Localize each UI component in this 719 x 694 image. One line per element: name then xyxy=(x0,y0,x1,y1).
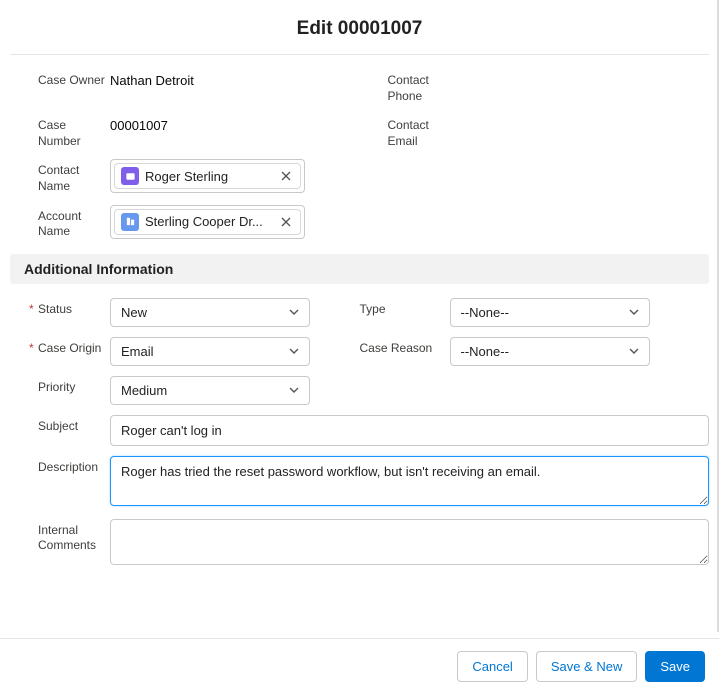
contact-name-lookup[interactable]: Roger Sterling xyxy=(110,159,305,193)
priority-select[interactable]: Medium xyxy=(110,376,310,405)
edit-case-modal: Edit 00001007 Case Owner Nathan Detroit … xyxy=(0,0,719,694)
chevron-down-icon xyxy=(629,346,639,356)
account-name-remove-icon[interactable] xyxy=(278,214,294,230)
modal-header: Edit 00001007 xyxy=(10,0,709,55)
save-and-new-button[interactable]: Save & New xyxy=(536,651,638,682)
type-label: Type xyxy=(360,298,450,318)
case-owner-label: Case Owner xyxy=(10,69,110,89)
chevron-down-icon xyxy=(629,307,639,317)
account-name-text: Sterling Cooper Dr... xyxy=(145,214,274,229)
account-name-pill: Sterling Cooper Dr... xyxy=(114,209,301,235)
cancel-button[interactable]: Cancel xyxy=(457,651,527,682)
contact-name-pill: Roger Sterling xyxy=(114,163,301,189)
type-select[interactable]: --None-- xyxy=(450,298,650,327)
chevron-down-icon xyxy=(289,346,299,356)
additional-info-section: Additional Information xyxy=(10,254,709,284)
contact-name-label: Contact Name xyxy=(10,159,110,194)
case-number-value: 00001007 xyxy=(110,114,168,133)
case-origin-value: Email xyxy=(121,344,154,359)
contact-name-text: Roger Sterling xyxy=(145,169,274,184)
account-name-lookup[interactable]: Sterling Cooper Dr... xyxy=(110,205,305,239)
contact-icon xyxy=(121,167,139,185)
chevron-down-icon xyxy=(289,385,299,395)
status-label: Status xyxy=(10,298,110,318)
internal-comments-textarea[interactable] xyxy=(110,519,709,565)
internal-comments-label: Internal Comments xyxy=(10,519,110,568)
priority-label: Priority xyxy=(10,376,110,396)
modal-title: Edit 00001007 xyxy=(10,18,709,40)
priority-value: Medium xyxy=(121,383,167,398)
case-number-label: Case Number xyxy=(10,114,110,149)
case-origin-select[interactable]: Email xyxy=(110,337,310,366)
case-reason-label: Case Reason xyxy=(360,337,450,357)
status-value: New xyxy=(121,305,147,320)
status-select[interactable]: New xyxy=(110,298,310,327)
case-owner-value: Nathan Detroit xyxy=(110,69,194,88)
modal-body: Case Owner Nathan Detroit Contact Phone … xyxy=(0,55,719,638)
account-icon xyxy=(121,213,139,231)
case-origin-label: Case Origin xyxy=(10,337,110,357)
subject-input[interactable] xyxy=(110,415,709,446)
modal-footer: Cancel Save & New Save xyxy=(0,638,719,694)
description-textarea[interactable] xyxy=(110,456,709,506)
type-value: --None-- xyxy=(461,305,509,320)
chevron-down-icon xyxy=(289,307,299,317)
description-label: Description xyxy=(10,456,110,509)
case-reason-select[interactable]: --None-- xyxy=(450,337,650,366)
account-name-label: Account Name xyxy=(10,205,110,240)
contact-name-remove-icon[interactable] xyxy=(278,168,294,184)
save-button[interactable]: Save xyxy=(645,651,705,682)
case-reason-value: --None-- xyxy=(461,344,509,359)
contact-phone-label: Contact Phone xyxy=(360,69,460,104)
subject-label: Subject xyxy=(10,415,110,446)
contact-email-label: Contact Email xyxy=(360,114,460,149)
